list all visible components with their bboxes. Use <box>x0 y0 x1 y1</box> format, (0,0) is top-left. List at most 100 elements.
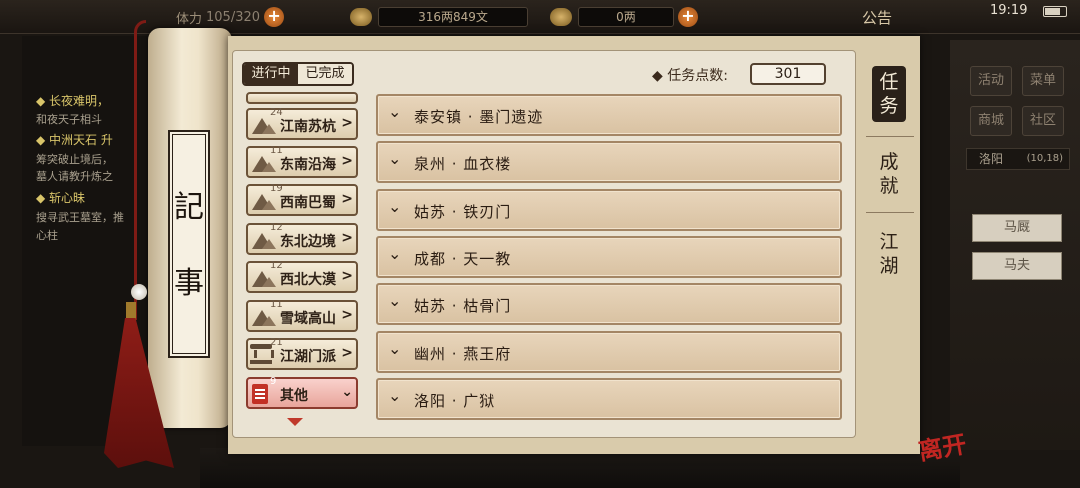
add-gold-button[interactable]: + <box>678 7 698 27</box>
activity-button[interactable]: 活动 <box>970 66 1012 96</box>
gold-display: 0两 + <box>550 6 698 28</box>
region-item-other[interactable]: 9 其他 ⌄ <box>246 376 358 409</box>
quest-row[interactable]: ⌄ 泉州 · 血衣楼 <box>376 141 842 183</box>
bottom-action-bar <box>200 448 960 488</box>
chevron-right-icon: > <box>341 115 353 131</box>
tab-divider <box>866 212 914 213</box>
location-coords: (10,18) <box>1026 153 1063 164</box>
chevron-down-icon: ⌄ <box>388 149 402 168</box>
bg-quest-title: ◆ 长夜难明， <box>36 94 110 108</box>
region-name: 雪域高山 <box>280 311 336 327</box>
document-icon <box>252 384 268 404</box>
region-name: 其他 <box>280 388 308 404</box>
chevron-down-icon: ⌄ <box>388 102 402 121</box>
stamina-label: 体力 <box>176 11 203 27</box>
shop-button[interactable]: 商城 <box>970 106 1012 136</box>
chevron-right-icon: > <box>341 268 353 284</box>
mountain-icon <box>250 269 276 287</box>
tab-label-char: 江 <box>879 231 899 253</box>
region-name: 东南沿海 <box>280 157 336 173</box>
notice-button[interactable]: 公告 <box>862 7 892 28</box>
quest-row[interactable]: ⌄ 泰安镇 · 墨门遗迹 <box>376 94 842 136</box>
tab-tasks[interactable]: 任 务 <box>872 66 906 122</box>
region-item-jiangnan[interactable]: 24 江南苏杭 > <box>246 107 358 140</box>
bg-quest-desc: 和夜天子相斗 <box>36 113 102 126</box>
task-points-value: 301 <box>750 63 826 85</box>
quest-name: 成都 · 天一教 <box>414 250 512 268</box>
completed-tab[interactable]: 已完成 <box>298 64 352 84</box>
chevron-right-icon: > <box>341 345 353 361</box>
quest-row[interactable]: ⌄ 幽州 · 燕王府 <box>376 331 842 373</box>
bg-quest-desc: 筹突破止境后， <box>36 153 113 166</box>
mountain-icon <box>250 116 276 134</box>
tab-divider <box>866 136 914 137</box>
region-item-snow-plateau[interactable]: 11 雪域高山 > <box>246 299 358 332</box>
chevron-right-icon: > <box>341 191 353 207</box>
tab-achievements[interactable]: 成 就 <box>872 150 906 198</box>
tab-label-char: 任 <box>879 71 899 93</box>
mountain-icon <box>250 308 276 326</box>
npc-groom[interactable]: 马夫 <box>972 252 1062 280</box>
task-points-label: ◆ 任务点数: <box>652 68 728 84</box>
chevron-right-icon: > <box>341 307 353 323</box>
quest-status-toggle: 进行中 已完成 <box>242 62 354 86</box>
silver-icon <box>350 8 372 26</box>
region-name: 西北大漠 <box>280 272 336 288</box>
quest-name: 姑苏 · 枯骨门 <box>414 297 512 315</box>
stamina-value: 105/320 <box>206 9 261 25</box>
mountain-icon <box>250 192 276 210</box>
stamina-display: 体力 105/320 + <box>176 6 285 28</box>
chevron-right-icon: > <box>341 153 353 169</box>
scroll-title-plate <box>168 130 210 358</box>
bg-quest-desc: 搜寻武王墓室，推 <box>36 211 124 224</box>
chevron-right-icon: > <box>341 230 353 246</box>
chevron-down-icon: ⌄ <box>341 384 353 400</box>
region-item-partial[interactable] <box>246 92 358 104</box>
community-button[interactable]: 社区 <box>1022 106 1064 136</box>
add-stamina-button[interactable]: + <box>264 7 285 27</box>
region-name: 西南巴蜀 <box>280 195 336 211</box>
close-logo-button[interactable]: 离开 <box>915 424 968 467</box>
region-name: 江南苏杭 <box>280 119 336 135</box>
tab-label-char: 务 <box>879 95 899 117</box>
bg-quest-title: ◆ 中洲天石 升 <box>36 133 113 147</box>
chevron-down-icon: ⌄ <box>388 244 402 263</box>
gold-ingot-icon <box>550 8 572 26</box>
quest-row[interactable]: ⌄ 洛阳 · 广狱 <box>376 378 842 420</box>
right-menu-panel <box>950 40 1080 450</box>
region-item-southwest[interactable]: 19 西南巴蜀 > <box>246 183 358 216</box>
quest-name: 泉州 · 血衣楼 <box>414 155 512 173</box>
chevron-down-icon: ⌄ <box>388 291 402 310</box>
money-value: 316两849文 <box>378 7 528 27</box>
bg-quest-desc: 心柱 <box>36 229 58 242</box>
battery-icon <box>1043 6 1067 17</box>
gold-value: 0两 <box>578 7 674 27</box>
region-count: 9 <box>270 376 277 387</box>
menu-button[interactable]: 菜单 <box>1022 66 1064 96</box>
location-display: 洛阳 (10,18) <box>966 148 1070 170</box>
quest-name: 姑苏 · 铁刃门 <box>414 203 512 221</box>
tassel-cord <box>134 20 146 320</box>
region-item-sects[interactable]: 21 江湖门派 > <box>246 337 358 370</box>
tassel-bead <box>131 284 147 300</box>
quest-name: 洛阳 · 广狱 <box>414 392 496 410</box>
region-item-southeast[interactable]: 11 东南沿海 > <box>246 145 358 178</box>
in-progress-tab[interactable]: 进行中 <box>244 64 298 84</box>
temple-icon <box>250 344 274 364</box>
quest-row[interactable]: ⌄ 姑苏 · 枯骨门 <box>376 283 842 325</box>
clock: 19:19 <box>990 3 1028 18</box>
scroll-title-char: 記 <box>174 190 204 225</box>
quest-row[interactable]: ⌄ 成都 · 天一教 <box>376 236 842 278</box>
region-item-northwest[interactable]: 12 西北大漠 > <box>246 260 358 293</box>
location-name: 洛阳 <box>979 152 1004 166</box>
region-name: 东北边境 <box>280 234 336 250</box>
chevron-down-icon: ⌄ <box>388 339 402 358</box>
chevron-down-icon: ⌄ <box>388 197 402 216</box>
quest-row[interactable]: ⌄ 姑苏 · 铁刃门 <box>376 189 842 231</box>
npc-stable[interactable]: 马厩 <box>972 214 1062 242</box>
region-item-northeast[interactable]: 12 东北边境 > <box>246 222 358 255</box>
scroll-down-indicator-icon <box>287 418 303 426</box>
tab-jianghu[interactable]: 江 湖 <box>872 230 906 278</box>
tab-label-char: 成 <box>879 151 899 173</box>
scroll-title-char: 事 <box>174 266 204 301</box>
